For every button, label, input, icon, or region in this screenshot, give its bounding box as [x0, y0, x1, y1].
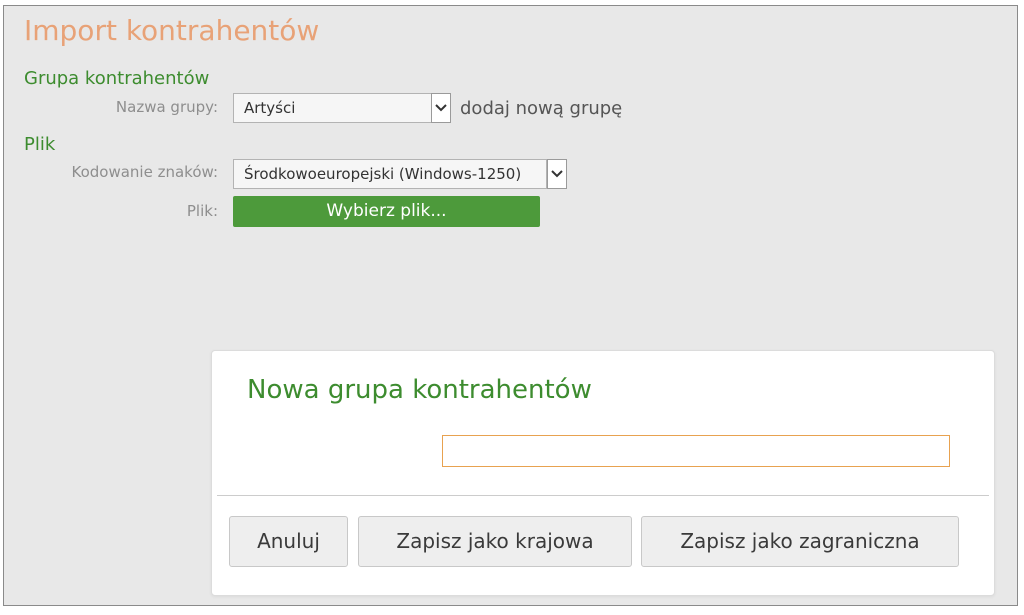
group-name-label: Nazwa grupy:: [115, 98, 218, 116]
chevron-down-icon: [551, 170, 563, 178]
new-group-dialog: Nowa grupa kontrahentów Anuluj Zapisz ja…: [211, 350, 995, 596]
file-section-heading: Plik: [24, 134, 56, 155]
import-panel: Import kontrahentów Grupa kontrahentów N…: [3, 5, 1018, 606]
dialog-title: Nowa grupa kontrahentów: [247, 375, 592, 405]
encoding-select-dropdown-button[interactable]: [547, 159, 567, 189]
group-name-value: Artyści: [244, 99, 296, 117]
save-domestic-button[interactable]: Zapisz jako krajowa: [358, 516, 632, 567]
choose-file-button[interactable]: Wybierz plik...: [233, 196, 540, 227]
group-name-input[interactable]: [442, 435, 950, 467]
group-section-heading: Grupa kontrahentów: [24, 68, 210, 89]
cancel-button[interactable]: Anuluj: [229, 516, 348, 567]
dialog-divider: [217, 495, 989, 496]
encoding-value: Środkowoeuropejski (Windows-1250): [244, 165, 522, 183]
page-title: Import kontrahentów: [24, 14, 320, 47]
chevron-down-icon: [435, 104, 447, 112]
encoding-label: Kodowanie znaków:: [71, 163, 219, 181]
group-select-dropdown-button[interactable]: [431, 93, 451, 123]
save-foreign-button[interactable]: Zapisz jako zagraniczna: [641, 516, 959, 567]
encoding-select[interactable]: Środkowoeuropejski (Windows-1250): [233, 159, 547, 189]
group-name-select[interactable]: Artyści: [233, 93, 433, 123]
file-label: Plik:: [186, 202, 218, 220]
add-new-group-link[interactable]: dodaj nową grupę: [460, 98, 622, 119]
